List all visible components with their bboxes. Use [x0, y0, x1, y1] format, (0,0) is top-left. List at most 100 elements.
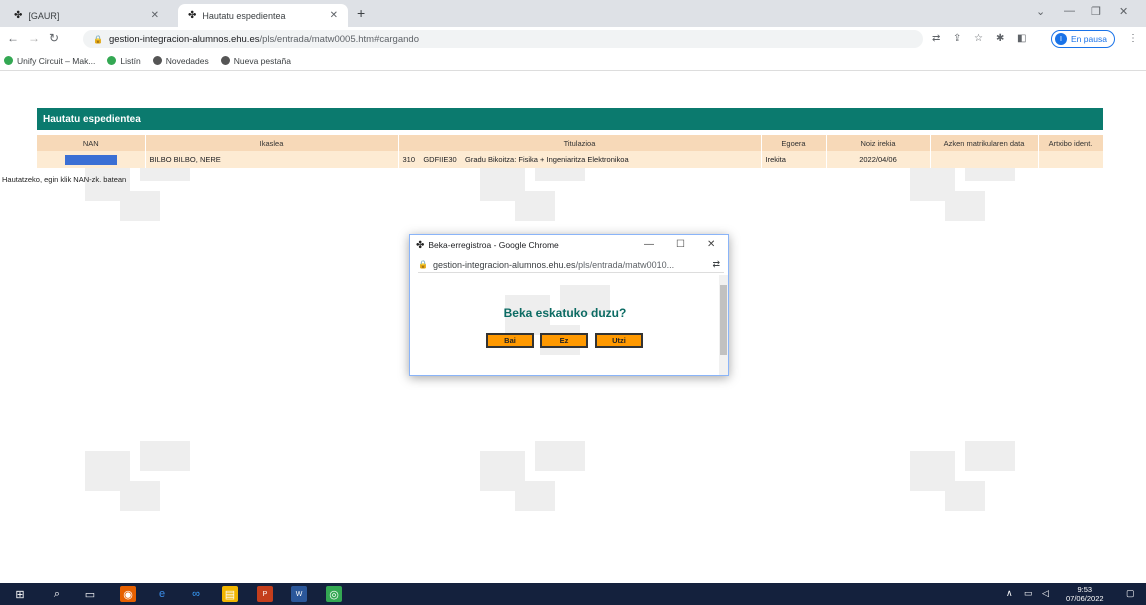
- search-icon[interactable]: ⌕: [49, 586, 65, 602]
- noiz-irekia-cell: 2022/04/06: [826, 151, 931, 168]
- ehu-logo-icon: ✤: [188, 10, 197, 21]
- clock[interactable]: 9:53 07/06/2022: [1066, 585, 1104, 603]
- menu-icon[interactable]: ⋮: [1128, 33, 1138, 44]
- bookmark-label: Listín: [120, 55, 141, 66]
- nan-cell[interactable]: [37, 151, 146, 168]
- watermark-logo: [85, 441, 195, 511]
- bookmark-unify[interactable]: Unify Circuit – Mak...: [4, 56, 95, 66]
- url-path: /pls/entrada/matw0005.htm#cargando: [259, 33, 419, 45]
- column-header-ikaslea: Ikaslea: [145, 135, 399, 151]
- close-tab-icon[interactable]: ✕: [330, 10, 338, 21]
- extensions-icon[interactable]: ✱: [996, 33, 1004, 44]
- url-host: gestion-integracion-alumnos.ehu.es: [108, 33, 260, 45]
- tab-label: Hautatu espedientea: [202, 10, 286, 21]
- artxibo-cell: [1038, 151, 1104, 168]
- table-header-row: NAN Ikaslea Titulazioa Egoera Noiz ireki…: [37, 135, 1104, 151]
- popup-url-path: /pls/entrada/matw0010...: [575, 259, 675, 270]
- network-icon[interactable]: ▭: [1024, 588, 1033, 599]
- popup-maximize-button[interactable]: ☐: [676, 239, 685, 250]
- minimize-button[interactable]: —: [1064, 5, 1075, 17]
- powerpoint-icon[interactable]: P: [257, 586, 273, 602]
- column-header-noiz-irekia: Noiz irekia: [826, 135, 931, 151]
- reload-button[interactable]: ↻: [49, 31, 59, 45]
- column-header-azken-matrikula: Azken matrikularen data: [930, 135, 1039, 151]
- bookmark-favicon-icon: [152, 56, 162, 65]
- clock-date: 07/06/2022: [1066, 594, 1104, 603]
- bookmark-favicon-icon: [4, 56, 13, 65]
- bookmarks-bar: Unify Circuit – Mak... Listín Novedades …: [0, 51, 1146, 71]
- firefox-icon[interactable]: ◉: [120, 586, 136, 602]
- tab-label: [GAUR]: [28, 10, 60, 21]
- popup-scrollbar[interactable]: [719, 275, 728, 375]
- translate-icon[interactable]: ⇄: [932, 33, 940, 44]
- panel-title: Hautatu espedientea: [37, 108, 1103, 130]
- bookmark-label: Nueva pestaña: [233, 55, 291, 66]
- forward-button[interactable]: →: [28, 31, 40, 45]
- popup-close-button[interactable]: ✕: [707, 239, 715, 250]
- bookmark-label: Novedades: [165, 55, 209, 66]
- azken-matrikula-cell: [930, 151, 1039, 168]
- bookmark-novedades[interactable]: Novedades: [152, 55, 209, 66]
- chrome-icon[interactable]: ◎: [326, 586, 342, 602]
- nan-link[interactable]: [64, 154, 117, 165]
- restore-button[interactable]: ❐: [1091, 5, 1101, 18]
- tab-search-icon[interactable]: ⌄: [1036, 5, 1045, 18]
- side-panel-icon[interactable]: ◧: [1017, 33, 1026, 44]
- bookmark-favicon-icon: [107, 56, 117, 65]
- titulazioa-cell: 310 GDFIIE30 Gradu Bikoitza: Fisika + In…: [398, 151, 762, 168]
- tab-hautatu-espedientea[interactable]: ✤ Hautatu espedientea ✕: [178, 4, 348, 27]
- popup-url-host: gestion-integracion-alumnos.ehu.es: [432, 259, 576, 270]
- bookmark-listin[interactable]: Listín: [107, 55, 141, 66]
- internet-explorer-icon[interactable]: e: [154, 586, 170, 602]
- notifications-icon[interactable]: ▢: [1126, 588, 1135, 599]
- popup-title: Beka-erregistroa - Google Chrome: [428, 240, 559, 250]
- bookmark-star-icon[interactable]: ☆: [974, 33, 983, 44]
- ehu-logo-icon: ✤: [14, 10, 23, 21]
- file-explorer-icon[interactable]: ▤: [222, 586, 238, 602]
- profile-button[interactable]: I En pausa: [1051, 30, 1115, 48]
- tray-expand-icon[interactable]: ∧: [1006, 588, 1013, 599]
- translate-icon[interactable]: ⇄: [712, 259, 720, 270]
- utzi-button[interactable]: Utzi: [595, 333, 643, 348]
- bookmark-nueva-pestana[interactable]: Nueva pestaña: [220, 55, 291, 66]
- task-view-icon[interactable]: ▭: [82, 586, 98, 602]
- hint-text: Hautatzeko, egin klik NAN-zk. batean: [2, 175, 127, 184]
- bookmark-favicon-icon: [220, 56, 230, 65]
- egoera-cell: Irekita: [761, 151, 827, 168]
- close-tab-icon[interactable]: ✕: [151, 10, 159, 21]
- popup-titlebar: ✤ Beka-erregistroa - Google Chrome — ☐ ✕: [410, 235, 728, 255]
- lock-icon: 🔒: [93, 34, 103, 44]
- ez-button[interactable]: Ez: [540, 333, 588, 348]
- new-tab-button[interactable]: +: [357, 5, 365, 21]
- popup-body: Beka eskatuko duzu? Bai Ez Utzi: [410, 275, 720, 375]
- clock-time: 9:53: [1077, 585, 1093, 594]
- popup-window: ✤ Beka-erregistroa - Google Chrome — ☐ ✕…: [409, 234, 729, 376]
- watermark-logo: [910, 441, 1020, 511]
- column-header-titulazioa: Titulazioa: [398, 135, 762, 151]
- question-text: Beka eskatuko duzu?: [503, 306, 627, 320]
- webex-icon[interactable]: ∞: [188, 586, 204, 602]
- records-table: NAN Ikaslea Titulazioa Egoera Noiz ireki…: [37, 135, 1104, 168]
- url-bar[interactable]: 🔒 gestion-integracion-alumnos.ehu.es/pls…: [83, 30, 923, 48]
- word-icon[interactable]: W: [291, 586, 307, 602]
- volume-icon[interactable]: ◁: [1042, 588, 1049, 599]
- windows-start-icon[interactable]: ⊞: [12, 586, 28, 602]
- share-icon[interactable]: ⇪: [953, 33, 961, 44]
- lock-icon: 🔒: [418, 260, 428, 269]
- popup-minimize-button[interactable]: —: [644, 239, 654, 250]
- column-header-nan: NAN: [37, 135, 146, 151]
- tab-gaur[interactable]: ✤ [GAUR] ✕: [4, 4, 169, 27]
- table-row[interactable]: BILBO BILBO, NERE 310 GDFIIE30 Gradu Bik…: [37, 151, 1104, 168]
- scrollbar-thumb[interactable]: [720, 285, 727, 355]
- taskbar: ⊞ ⌕ ▭ ◉ e ∞ ▤ P W ◎ ∧ ▭ ◁ 9:53 07/06/202…: [0, 583, 1146, 605]
- close-window-button[interactable]: ✕: [1119, 5, 1128, 18]
- bai-button[interactable]: Bai: [486, 333, 534, 348]
- profile-status: En pausa: [1071, 34, 1107, 44]
- column-header-artxibo: Artxibo ident.: [1038, 135, 1104, 151]
- address-toolbar: ← → ↻ 🔒 gestion-integracion-alumnos.ehu.…: [0, 27, 1146, 51]
- column-header-egoera: Egoera: [761, 135, 827, 151]
- back-button[interactable]: ←: [7, 31, 19, 45]
- avatar: I: [1055, 33, 1067, 45]
- bookmark-label: Unify Circuit – Mak...: [17, 55, 96, 66]
- popup-url-bar: 🔒 gestion-integracion-alumnos.ehu.es/pls…: [418, 257, 724, 273]
